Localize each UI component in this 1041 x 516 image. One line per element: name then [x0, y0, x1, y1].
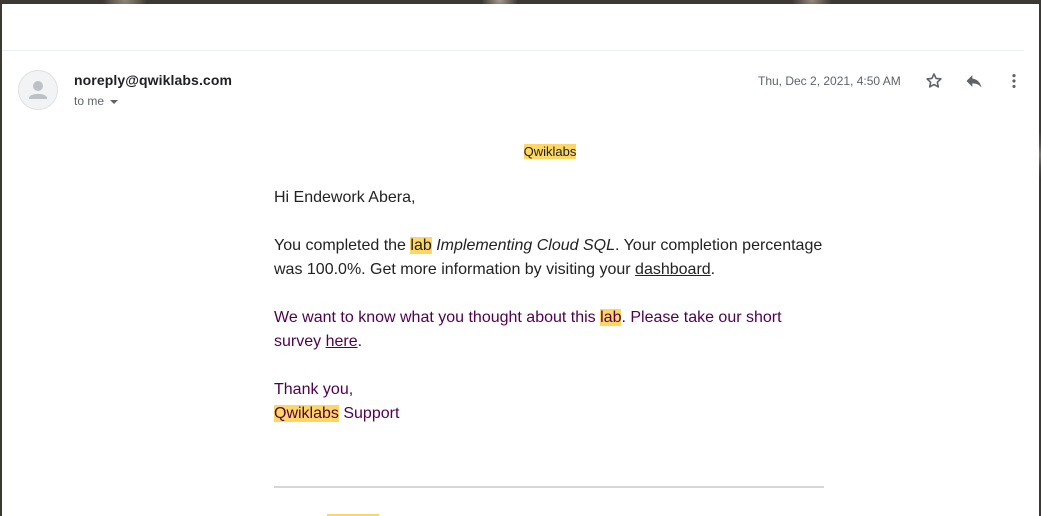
dashboard-link[interactable]: dashboard	[635, 261, 711, 278]
sender-avatar[interactable]	[18, 70, 58, 110]
brand-name: Qwiklabs	[523, 144, 577, 159]
survey-prefix: We want to know what you thought about t…	[274, 309, 601, 326]
survey-paragraph: We want to know what you thought about t…	[274, 306, 826, 354]
message-header: noreply@qwiklabs.com to me Thu, Dec 2, 2…	[2, 51, 1039, 121]
sender-address[interactable]: noreply@qwiklabs.com	[74, 72, 232, 88]
survey-link[interactable]: here	[326, 333, 358, 350]
more-options-button[interactable]	[1000, 67, 1028, 95]
recipient-details-toggle[interactable]: to me	[74, 94, 119, 108]
completion-paragraph: You completed the lab Implementing Cloud…	[274, 234, 826, 282]
brand-header: Qwiklabs	[274, 143, 826, 161]
star-outline-icon	[926, 73, 942, 88]
reply-icon	[966, 75, 982, 88]
message-date: Thu, Dec 2, 2021, 4:50 AM	[758, 74, 901, 88]
lab-name: Implementing Cloud SQL	[436, 237, 615, 254]
caret-down-icon	[110, 99, 119, 104]
signoff: Thank you, Qwiklabs Support	[274, 378, 826, 426]
footer-divider	[274, 486, 824, 488]
message-body: Qwiklabs Hi Endework Abera, You complete…	[274, 121, 826, 426]
email-toolbar-area	[2, 4, 1024, 51]
survey-suffix: .	[357, 333, 363, 350]
survey-lab-word: lab	[600, 309, 622, 326]
star-button[interactable]	[920, 67, 948, 95]
signoff-team: Support	[338, 405, 400, 422]
more-vert-icon	[1012, 74, 1016, 88]
greeting-text: Hi Endework Abera,	[274, 189, 416, 206]
reply-button[interactable]	[960, 67, 988, 95]
signoff-thanks: Thank you,	[274, 381, 354, 398]
completion-suffix: .	[710, 261, 716, 278]
recipient-label: to me	[74, 94, 105, 108]
email-view: noreply@qwiklabs.com to me Thu, Dec 2, 2…	[2, 4, 1039, 516]
lab-word: lab	[410, 237, 432, 254]
completion-prefix: You completed the	[274, 237, 411, 254]
person-icon	[29, 81, 47, 99]
signoff-brand: Qwiklabs	[274, 405, 339, 422]
